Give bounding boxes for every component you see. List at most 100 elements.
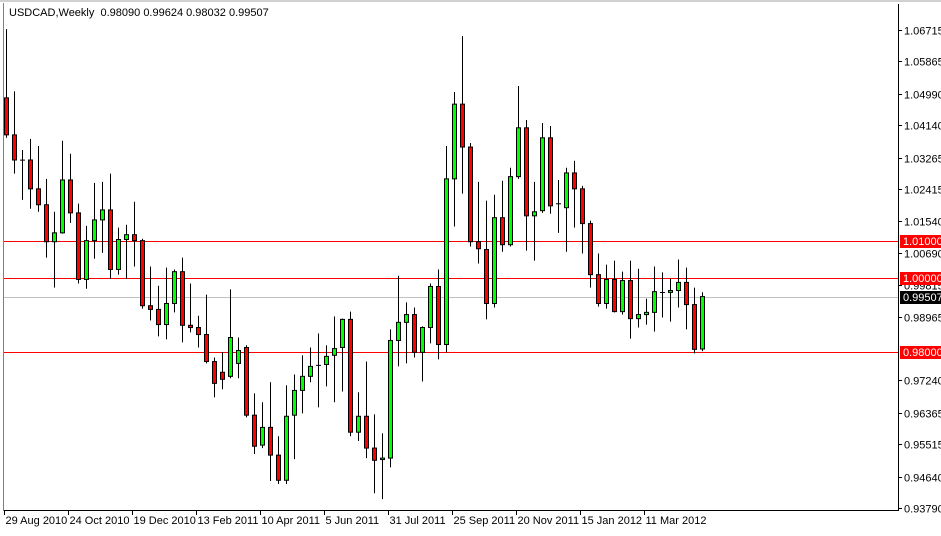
candle-body-bear [196,327,201,336]
candle-body-bull [492,217,497,304]
candle-body-bear [692,304,697,350]
x-tick-label: 19 Dec 2010 [134,515,196,527]
bid-price-label: 0.99507 [903,292,941,304]
candle-body-bear [28,159,33,190]
candle-body-bear [596,274,601,304]
symbol-timeframe: USDCAD,Weekly [9,7,95,19]
candle-body-bull [420,327,425,353]
x-tick-label: 11 Mar 2012 [646,515,707,527]
candle-body-bear [156,308,161,326]
x-tick-label: 25 Sep 2011 [454,515,516,527]
candle-body-bear [108,209,113,270]
candle-body-bear [276,454,281,481]
x-tick-label: 24 Oct 2010 [70,515,130,527]
candle-body-bull [676,281,681,292]
candle-body-bear [76,212,81,280]
x-tick-label: 15 Jan 2012 [582,515,643,527]
y-tick-label: 0.98965 [904,313,941,325]
candle-body-bear [684,281,689,306]
candle-body-bear [588,223,593,276]
candle-body-bear [68,179,73,214]
candle-body-bull [508,176,513,246]
y-tick-label: 1.01540 [904,217,941,229]
candle-body-bear [220,371,225,380]
y-tick-label: 1.04990 [904,90,941,102]
candle-body-bull [564,172,569,209]
candle-body-bull [300,375,305,391]
candle-body-bull [292,389,297,416]
y-tick-label: 0.97240 [904,376,941,388]
candle-body-bull [284,415,289,481]
y-tick-label: 1.02415 [904,185,941,197]
candle-body-bear [628,280,633,320]
candle-body-bull [324,355,329,366]
candle-body-bull [380,457,385,461]
candle-body-bull [404,314,409,323]
candle-body-bear [484,248,489,304]
candle-body-bear [12,134,17,161]
candle-body-bull [428,285,433,329]
candle [76,203,81,284]
candle-body-bear [188,324,193,329]
candle-body-bear [572,172,577,190]
candle [468,142,473,247]
candle-body-bull [396,321,401,341]
candle-body-bull [228,337,233,377]
candlestick-chart[interactable]: 1.06715 1.05865 1.04990 1.04140 1.03265 1.024… [0,0,941,531]
candle-body-bear [524,127,529,217]
candle-body-bull [652,291,657,313]
y-tick-label: 1.06715 [904,26,941,38]
candle-body-bull [84,240,89,280]
candle-body-bear [500,217,505,246]
candle-body-bull [92,219,97,242]
candle-body-bull [100,209,105,221]
candle-body-bull [260,426,265,446]
ohlc-readout: 0.98090 0.99624 0.98032 0.99507 [100,7,269,19]
candle-body-bull [60,179,65,234]
y-tick-label: 0.94640 [904,473,941,485]
candle-body-bear [4,97,9,136]
candle-body-bull [308,365,313,377]
level-price-label: 1.01000 [903,236,941,248]
candle-body-bear [244,346,249,416]
candle-body-bull [516,127,521,178]
candle-body-bear [612,278,617,313]
candle-body-bull [172,271,177,304]
candle-body-bull [532,211,537,217]
chart-title: USDCAD,Weekly 0.98090 0.99624 0.98032 0.… [9,7,269,19]
candle-body-bear [580,188,585,225]
candle-body-bull [620,280,625,313]
candle-body-bear [36,188,41,206]
candle-body-bear [460,103,465,148]
level-price-label: 0.98000 [903,347,941,359]
candle-body-bear [44,204,49,243]
candle-body-bull [604,278,609,304]
candle-body-bear [268,426,273,456]
candle [388,329,393,468]
candle-body-bear [412,314,417,353]
candle-body-bull [700,296,705,350]
candle-body-bull [388,339,393,459]
candle-body-bear [364,415,369,449]
candle [348,311,353,437]
candle-body-bull [540,137,545,212]
y-tick-label: 1.00690 [904,249,941,261]
candle-body-bull [52,232,57,243]
candle-body-bear [436,285,441,346]
chart-window: 1.06715 1.05865 1.04990 1.04140 1.03265 1.024… [0,0,941,531]
candle-body-bear [372,447,377,461]
y-tick-label: 1.04140 [904,121,941,133]
candle-body-bull [236,349,241,364]
candle-body-bear [140,240,145,307]
x-tick-label: 29 Aug 2010 [6,515,68,527]
candle-body-bull [644,311,649,316]
x-tick-label: 10 Apr 2011 [262,515,321,527]
y-tick-label: 0.93790 [904,504,941,516]
candle-body-bear [204,334,209,363]
y-tick-label: 0.96365 [904,409,941,421]
candle-body-bear [212,361,217,384]
candle [548,125,553,214]
x-tick-label: 20 Nov 2011 [518,515,580,527]
candle [700,292,705,352]
candle-body-bull [332,348,337,356]
